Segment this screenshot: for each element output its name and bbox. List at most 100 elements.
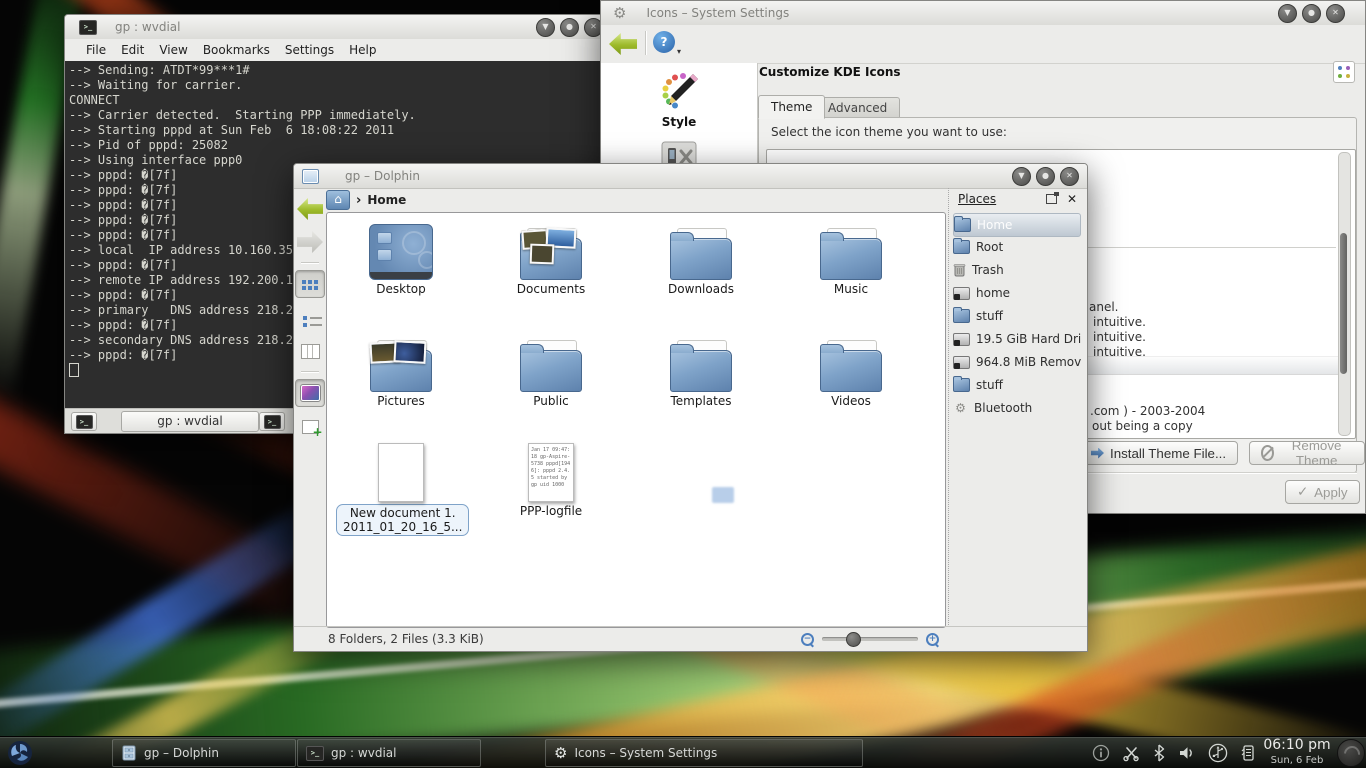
list-text-fragment: .com ) - 2003-2004 bbox=[1090, 404, 1205, 418]
task-dolphin[interactable]: gp – Dolphin bbox=[112, 739, 296, 767]
breadcrumb-home[interactable]: Home bbox=[367, 193, 406, 207]
tab-list-button[interactable]: >_ bbox=[259, 412, 285, 431]
install-theme-button[interactable]: Install Theme File... bbox=[1079, 441, 1238, 465]
install-arrow-icon bbox=[1091, 448, 1104, 459]
clock[interactable]: 06:10 pm Sun, 6 Feb bbox=[1258, 738, 1336, 768]
file-item-new-document[interactable]: New document 1.2011_01_20_16_5... bbox=[336, 436, 466, 536]
forward-button[interactable] bbox=[296, 229, 324, 255]
place-bluetooth[interactable]: ⚙ Bluetooth bbox=[953, 397, 1081, 419]
back-button[interactable] bbox=[296, 196, 324, 222]
file-item-videos[interactable]: Videos bbox=[786, 326, 916, 408]
file-item-pictures[interactable]: Pictures bbox=[336, 326, 466, 408]
minimize-button[interactable]: ▼ bbox=[536, 18, 555, 37]
tab-theme[interactable]: Theme bbox=[758, 95, 825, 119]
volume-icon[interactable] bbox=[1178, 744, 1196, 762]
menu-settings[interactable]: Settings bbox=[285, 43, 334, 57]
menu-view[interactable]: View bbox=[159, 43, 187, 57]
app-launcher-button[interactable] bbox=[0, 737, 40, 768]
columns-view-button[interactable] bbox=[296, 338, 324, 364]
dolphin-titlebar[interactable]: gp – Dolphin ▼ ● ✕ bbox=[294, 164, 1087, 189]
icons-view-button[interactable] bbox=[295, 270, 325, 298]
menu-help[interactable]: Help bbox=[349, 43, 376, 57]
folder-icon bbox=[820, 340, 882, 392]
clock-time: 06:10 pm bbox=[1258, 738, 1336, 753]
place-root[interactable]: Root bbox=[953, 236, 1081, 258]
device-notifier-icon[interactable] bbox=[1208, 743, 1228, 763]
file-item-label: PPP-logfile bbox=[486, 504, 616, 518]
file-item-label: Music bbox=[786, 282, 916, 296]
zoom-out-icon[interactable]: − bbox=[801, 633, 814, 646]
split-view-icon bbox=[302, 420, 319, 434]
zoom-slider[interactable] bbox=[822, 637, 918, 641]
dolphin-toolbar bbox=[294, 188, 326, 651]
folder-icon bbox=[820, 228, 882, 280]
konsole-titlebar[interactable]: >_ gp : wvdial ▼ ● ✕ bbox=[65, 15, 611, 40]
place-hard-drive[interactable]: 19.5 GiB Hard Drive bbox=[953, 328, 1081, 350]
menu-edit[interactable]: Edit bbox=[121, 43, 144, 57]
tab-advanced[interactable]: Advanced bbox=[815, 97, 900, 119]
file-item-label: Pictures bbox=[336, 394, 466, 408]
terminal-tab[interactable]: gp : wvdial bbox=[121, 411, 259, 432]
remove-theme-button[interactable]: Remove Theme bbox=[1249, 441, 1365, 465]
close-panel-icon[interactable]: ✕ bbox=[1067, 192, 1077, 206]
info-icon[interactable] bbox=[1092, 744, 1110, 762]
bluetooth-icon[interactable] bbox=[1152, 744, 1166, 762]
klipper-scissors-icon[interactable] bbox=[1122, 744, 1140, 762]
zoom-in-icon[interactable]: + bbox=[926, 633, 939, 646]
menu-bookmarks[interactable]: Bookmarks bbox=[203, 43, 270, 57]
document-icon bbox=[378, 443, 424, 502]
task-konsole[interactable]: >_ gp : wvdial bbox=[297, 739, 481, 767]
maximize-button[interactable]: ● bbox=[1302, 4, 1321, 23]
konsole-menubar: File Edit View Bookmarks Settings Help bbox=[65, 39, 611, 61]
place-removable[interactable]: 964.8 MiB Remov... bbox=[953, 351, 1081, 373]
file-item-label: Downloads bbox=[636, 282, 766, 296]
back-icon bbox=[297, 198, 323, 220]
file-item-documents[interactable]: Documents bbox=[486, 214, 616, 296]
place-trash[interactable]: Trash bbox=[953, 259, 1081, 281]
place-stuff[interactable]: stuff bbox=[953, 305, 1081, 327]
file-item-label: Videos bbox=[786, 394, 916, 408]
place-home-device[interactable]: home bbox=[953, 282, 1081, 304]
file-item-desktop[interactable]: Desktop bbox=[336, 214, 466, 296]
menu-file[interactable]: File bbox=[86, 43, 106, 57]
scrollbar-thumb[interactable] bbox=[1340, 233, 1347, 374]
home-icon[interactable]: ⌂ bbox=[326, 190, 350, 210]
sidebar-item-style[interactable]: Style bbox=[601, 63, 757, 129]
settings-titlebar[interactable]: ⚙ Icons – System Settings ▼ ● ✕ bbox=[601, 1, 1365, 26]
back-button[interactable] bbox=[609, 33, 637, 55]
maximize-button[interactable]: ● bbox=[560, 18, 579, 37]
list-text-fragment: intuitive. bbox=[1093, 345, 1146, 359]
split-view-button[interactable] bbox=[296, 414, 324, 440]
float-panel-icon[interactable] bbox=[1046, 194, 1057, 204]
details-view-button[interactable] bbox=[296, 305, 324, 331]
file-item-public[interactable]: Public bbox=[486, 326, 616, 408]
zoom-slider-handle[interactable] bbox=[846, 632, 861, 647]
list-text-fragment: intuitive. bbox=[1093, 315, 1146, 329]
minimize-button[interactable]: ▼ bbox=[1012, 167, 1031, 186]
panel-toolbox-cashew[interactable] bbox=[1337, 739, 1365, 767]
window-title: Icons – System Settings bbox=[646, 6, 789, 20]
close-button[interactable]: ✕ bbox=[1326, 4, 1345, 23]
battery-icon[interactable] bbox=[1240, 743, 1256, 762]
file-item-downloads[interactable]: Downloads bbox=[636, 214, 766, 296]
home-folder-icon bbox=[954, 218, 971, 232]
new-tab-button[interactable]: >_ bbox=[71, 412, 97, 431]
minimize-button[interactable]: ▼ bbox=[1278, 4, 1297, 23]
file-item-templates[interactable]: Templates bbox=[636, 326, 766, 408]
page-title: Customize KDE Icons bbox=[759, 65, 901, 79]
preview-button[interactable] bbox=[295, 379, 325, 407]
place-stuff-2[interactable]: stuff bbox=[953, 374, 1081, 396]
task-system-settings[interactable]: ⚙ Icons – System Settings bbox=[545, 739, 863, 767]
terminal-icon: >_ bbox=[264, 415, 281, 429]
place-home[interactable]: Home bbox=[953, 213, 1081, 237]
list-scrollbar[interactable] bbox=[1338, 152, 1351, 436]
file-item-music[interactable]: Music bbox=[786, 214, 916, 296]
close-button[interactable]: ✕ bbox=[1060, 167, 1079, 186]
apply-button[interactable]: ✓ Apply bbox=[1285, 480, 1360, 504]
help-button[interactable]: ? bbox=[653, 31, 675, 53]
folder-icon bbox=[953, 240, 970, 254]
file-item-ppp-logfile[interactable]: Jan 17 09:47:18 gp-Aspire-5738 pppd[1946… bbox=[486, 436, 616, 518]
maximize-button[interactable]: ● bbox=[1036, 167, 1055, 186]
gear-icon: ⚙ bbox=[953, 401, 968, 415]
clock-date: Sun, 6 Feb bbox=[1258, 753, 1336, 768]
